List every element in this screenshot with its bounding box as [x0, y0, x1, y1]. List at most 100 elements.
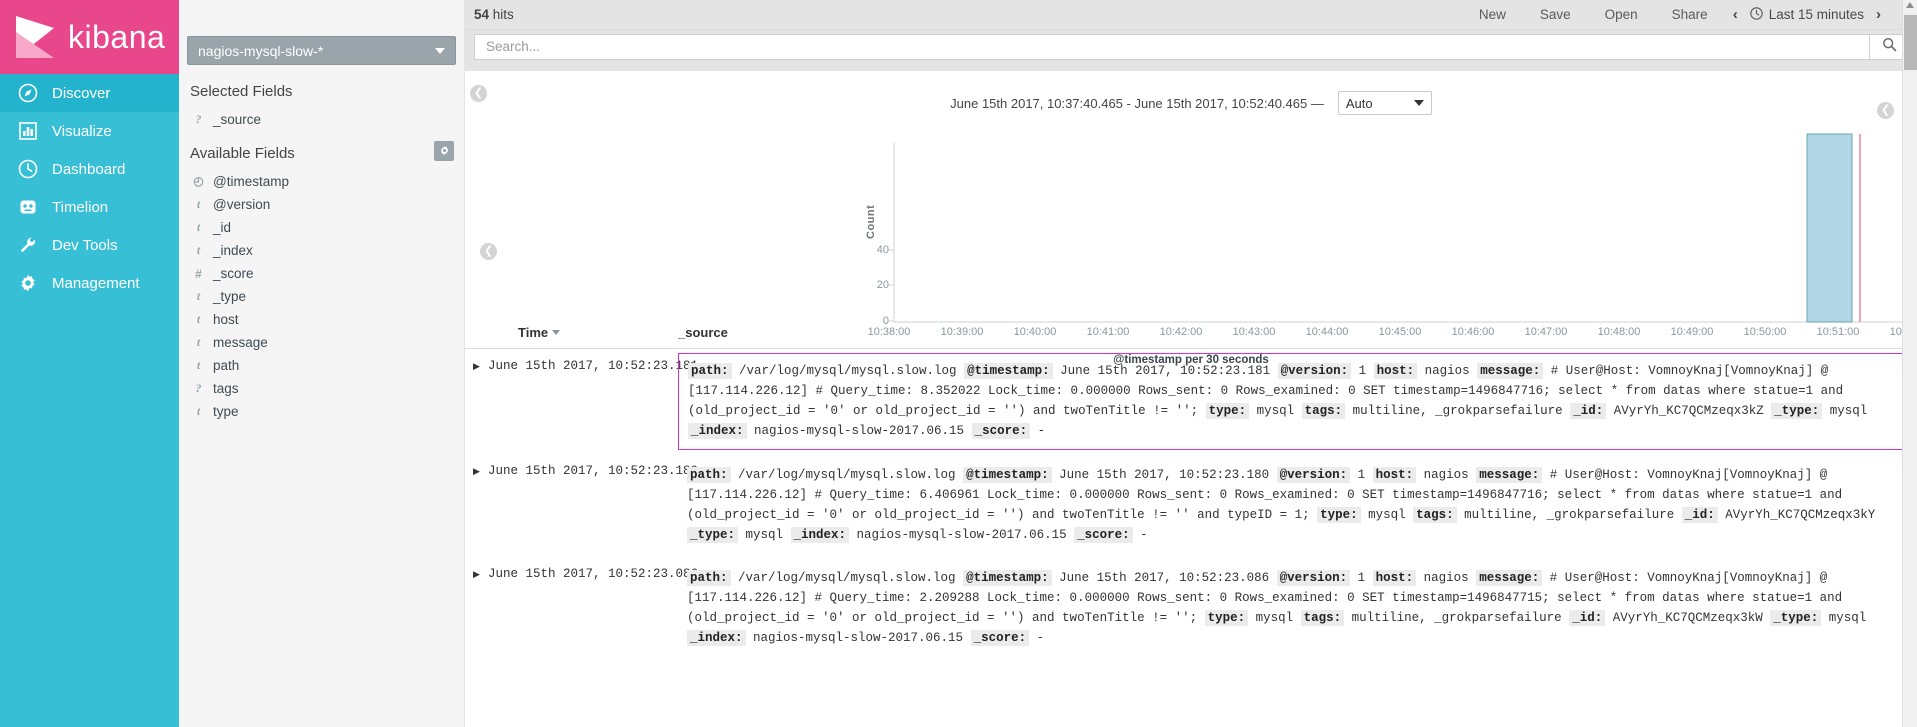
doc-field-value: /var/log/mysql/mysql.slow.log	[731, 571, 964, 585]
field-settings-button[interactable]	[434, 141, 454, 161]
time-picker[interactable]: Last 15 minutes	[1746, 7, 1868, 23]
doc-field-name: type:	[1317, 507, 1361, 523]
time-next-button[interactable]: ›	[1868, 6, 1889, 23]
field-label: _source	[213, 112, 261, 127]
page-scrollbar[interactable]	[1902, 0, 1917, 727]
scrollbar-thumb[interactable]	[1904, 15, 1917, 70]
field-item-message[interactable]: t message	[179, 331, 464, 354]
doc-field-value: AVyrYh_KC7QCMzeqx3kW	[1605, 611, 1770, 625]
column-header-source[interactable]: _source	[670, 319, 728, 348]
dashboard-icon	[17, 158, 39, 180]
field-item-source[interactable]: ? _source	[179, 108, 464, 131]
doc-field-value: /var/log/mysql/mysql.slow.log	[731, 468, 964, 482]
doc-field-name: _index:	[687, 630, 746, 646]
doc-field-name: _type:	[1770, 610, 1821, 626]
nav-item-visualize[interactable]: Visualize	[0, 112, 179, 150]
doc-field-value: nagios-mysql-slow-2017.06.15	[747, 424, 972, 438]
column-label-source: _source	[678, 325, 728, 340]
nav-item-timelion[interactable]: Timelion	[0, 188, 179, 226]
field-item-tags[interactable]: ? tags	[179, 377, 464, 400]
field-item-id[interactable]: t _id	[179, 216, 464, 239]
scroll-up-arrow-icon[interactable]	[1906, 2, 1914, 8]
field-label: path	[213, 358, 239, 373]
nav-item-dev-tools[interactable]: Dev Tools	[0, 226, 179, 264]
doc-field-name: tags:	[1413, 507, 1457, 523]
field-item-version[interactable]: t @version	[179, 193, 464, 216]
open-button[interactable]: Open	[1588, 7, 1655, 22]
field-item-score[interactable]: # _score	[179, 262, 464, 285]
doc-field-value: -	[1030, 424, 1045, 438]
doc-field-name: path:	[688, 363, 732, 379]
doc-field-value: June 15th 2017, 10:52:23.086	[1052, 571, 1277, 585]
kibana-app: kibana Discover Visualize Dashboard Time…	[0, 0, 1917, 727]
field-item-timestamp[interactable]: ◴ @timestamp	[179, 170, 464, 193]
table-row[interactable]: ▶ June 15th 2017, 10:52:23.181 path: /va…	[465, 349, 1917, 454]
field-sidebar: nagios-mysql-slow-* Selected Fields ? _s…	[179, 0, 465, 727]
chart-plot-area[interactable]: Count 40 20 0	[465, 121, 1917, 283]
time-prev-button[interactable]: ‹	[1725, 6, 1746, 23]
doc-field-name: type:	[1205, 610, 1249, 626]
search-input[interactable]	[474, 34, 1869, 60]
doc-field-value: multiline, _grokparsefailure	[1457, 508, 1682, 522]
available-fields-title: Available Fields	[179, 131, 295, 170]
doc-field-value: 1	[1350, 571, 1373, 585]
nav-item-management[interactable]: Management	[0, 264, 179, 302]
row-source: path: /var/log/mysql/mysql.slow.log @tim…	[678, 561, 1911, 656]
field-item-type[interactable]: t type	[179, 400, 464, 423]
field-label: _index	[213, 243, 253, 258]
field-item-index[interactable]: t _index	[179, 239, 464, 262]
doc-field-value: -	[1133, 528, 1148, 542]
row-source: path: /var/log/mysql/mysql.slow.log @tim…	[678, 353, 1911, 450]
search-bar	[465, 30, 1917, 71]
doc-field-value: nagios	[1416, 571, 1476, 585]
doc-field-name: _score:	[972, 423, 1031, 439]
share-button[interactable]: Share	[1655, 7, 1725, 22]
doc-field-name: path:	[687, 570, 731, 586]
interval-selector[interactable]: Auto	[1338, 91, 1432, 115]
compass-icon	[17, 82, 39, 104]
table-row[interactable]: ▶ June 15th 2017, 10:52:23.180 path: /va…	[465, 454, 1917, 557]
doc-field-value: mysql	[1249, 404, 1302, 418]
save-button[interactable]: Save	[1523, 7, 1588, 22]
nav-item-discover[interactable]: Discover	[0, 74, 179, 112]
field-item-path[interactable]: t path	[179, 354, 464, 377]
field-label: @timestamp	[213, 174, 289, 189]
nav-label-dashboard: Dashboard	[52, 161, 125, 178]
field-type-icon: t	[193, 335, 204, 350]
field-label: @version	[213, 197, 270, 212]
field-label: tags	[213, 381, 239, 396]
doc-field-value: -	[1029, 631, 1044, 645]
doc-field-name: @timestamp:	[963, 467, 1052, 483]
nav-label-discover: Discover	[52, 85, 110, 102]
field-label: _id	[213, 220, 231, 235]
expand-triangle-icon[interactable]: ▶	[465, 349, 488, 454]
expand-triangle-icon[interactable]: ▶	[465, 557, 488, 660]
kibana-logo-icon	[14, 14, 58, 60]
index-pattern-selector[interactable]: nagios-mysql-slow-*	[187, 36, 456, 65]
field-item-host[interactable]: t host	[179, 308, 464, 331]
sort-caret-icon[interactable]	[552, 330, 560, 335]
hits-count: 54	[474, 7, 489, 22]
documents-table: Time _source ▶ June 15th 2017, 10:52:23.…	[465, 319, 1917, 727]
field-item-type-meta[interactable]: t _type	[179, 285, 464, 308]
doc-field-name: _id:	[1569, 610, 1605, 626]
doc-field-name: _score:	[1074, 527, 1133, 543]
new-button[interactable]: New	[1462, 7, 1523, 22]
expand-triangle-icon[interactable]: ▶	[465, 454, 488, 557]
gear-icon	[17, 272, 39, 294]
doc-field-value: multiline, _grokparsefailure	[1345, 404, 1570, 418]
chart-svg	[465, 121, 1917, 351]
kibana-logo[interactable]: kibana	[0, 0, 179, 74]
nav-item-dashboard[interactable]: Dashboard	[0, 150, 179, 188]
table-row[interactable]: ▶ June 15th 2017, 10:52:23.086 path: /va…	[465, 557, 1917, 660]
field-label: _score	[213, 266, 254, 281]
chart-range-text: June 15th 2017, 10:37:40.465 - June 15th…	[950, 96, 1324, 111]
doc-field-value: nagios-mysql-slow-2017.06.15	[849, 528, 1074, 542]
field-label: message	[213, 335, 268, 350]
kibana-wordmark: kibana	[68, 19, 165, 56]
doc-field-name: _type:	[687, 527, 738, 543]
column-header-time[interactable]: Time	[465, 319, 670, 348]
nav-label-dev-tools: Dev Tools	[52, 237, 118, 254]
hits-counter: 54 hits	[474, 7, 514, 22]
doc-field-name: host:	[1374, 363, 1418, 379]
